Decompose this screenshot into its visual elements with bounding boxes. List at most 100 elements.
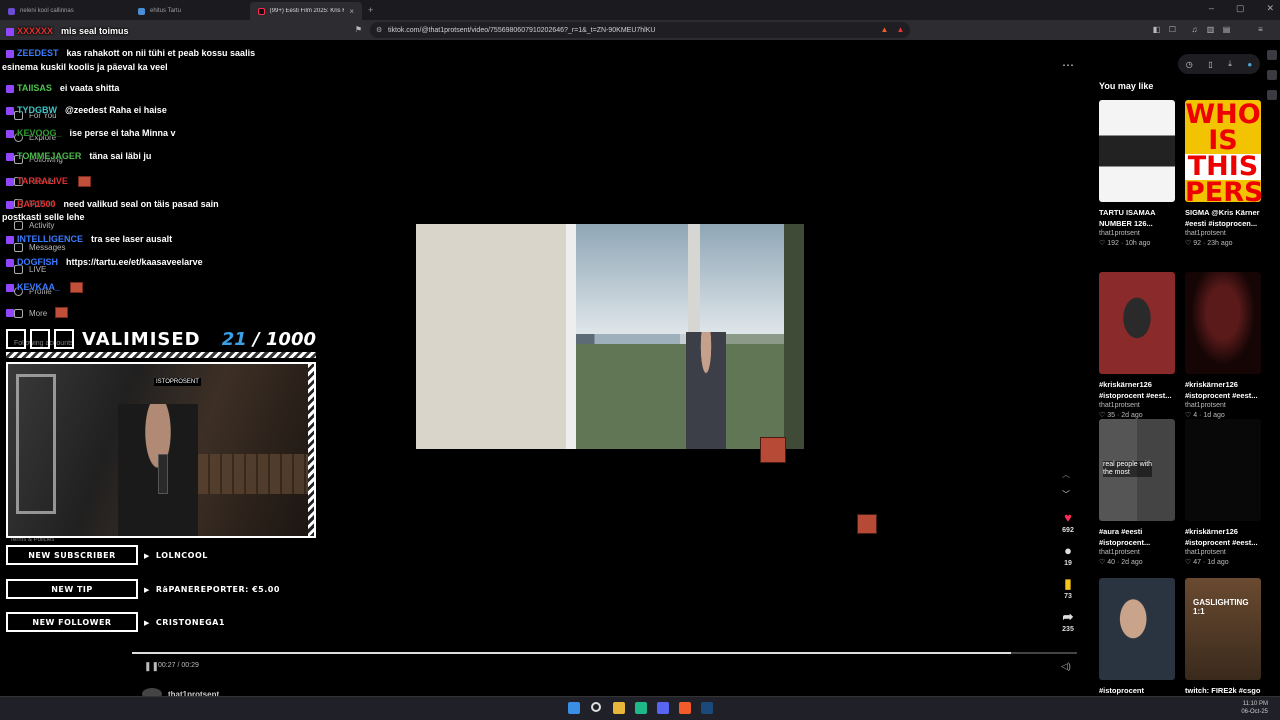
sidebar-panel-icon[interactable] xyxy=(1267,90,1277,100)
close-window-icon[interactable]: ✕ xyxy=(1266,3,1274,14)
recommended-card[interactable]: GASLIGHTING 1:1 twitch: FIRE2k #csgo xyxy=(1185,578,1261,707)
goal-title: VALIMISED xyxy=(82,329,201,350)
chat-message: XXXXXX mis seal toimus xyxy=(6,26,129,36)
thumb-caption: real people with the most xyxy=(1103,461,1153,477)
chat-message: RAF1500 need valikud seal on täis pasad s… xyxy=(6,199,219,209)
recommended-card[interactable]: WHO ISTHISPERSON? SIGMA @Kris Kärner #ee… xyxy=(1185,100,1261,247)
alert-label-tip: NEW TIP xyxy=(6,579,138,599)
thumb-caption: GASLIGHTING 1:1 xyxy=(1193,598,1249,616)
steam-icon[interactable] xyxy=(701,702,713,714)
video-player[interactable] xyxy=(416,224,804,449)
save-button[interactable]: ▮ 73 xyxy=(1058,576,1078,601)
profile-avatar-icon[interactable]: ● xyxy=(1247,60,1252,69)
minimize-icon[interactable]: – xyxy=(1209,3,1214,14)
new-tab-button[interactable]: + xyxy=(368,5,373,15)
video-progress-bar[interactable] xyxy=(132,652,1077,654)
subscriber-badge-icon xyxy=(6,152,14,161)
goal-box-icon xyxy=(30,329,50,349)
goal-widget: VALIMISED 21 / 1000 xyxy=(6,328,316,358)
nav-messages[interactable]: Messages xyxy=(14,243,65,252)
download-icon[interactable]: ⤓ xyxy=(1228,59,1232,69)
nav-activity[interactable]: Activity xyxy=(14,221,54,230)
recommended-card[interactable]: TARTU ISAMAA NUMBER 126... that1protsent… xyxy=(1099,100,1175,247)
subscriber-badge-icon xyxy=(6,129,14,138)
window-controls: – ▢ ✕ xyxy=(1209,3,1274,14)
door-frame xyxy=(16,374,56,514)
messages-icon xyxy=(14,243,23,252)
sidebar-toggle-icon[interactable]: ▥ xyxy=(1206,25,1215,34)
bookmark-icon[interactable]: ⚑ xyxy=(354,25,363,34)
heart-icon: ♥ xyxy=(1064,510,1072,525)
history-icon[interactable]: ◷ xyxy=(1186,60,1193,69)
phone-icon[interactable]: ▯ xyxy=(1208,60,1212,69)
chat-message-continued: esinema kuskil koolis ja päeval ka veel xyxy=(2,62,168,72)
music-icon[interactable]: ♫ xyxy=(1190,25,1199,34)
url-field[interactable]: ⚙ tiktok.com/@that1protsent/video/755698… xyxy=(370,22,910,38)
like-button[interactable]: ♥ 692 xyxy=(1058,510,1078,535)
discord-icon[interactable] xyxy=(657,702,669,714)
emote-icon xyxy=(55,307,68,319)
window-frame xyxy=(566,224,576,449)
comment-button[interactable]: ● 19 xyxy=(1058,544,1078,568)
card-thumbnail xyxy=(1099,578,1175,680)
alert-value-follower: ▶ CRISTONEGA1 xyxy=(144,618,225,627)
neon-sign: ISTOPROSENT xyxy=(154,378,201,386)
app-icon[interactable] xyxy=(635,702,647,714)
subscriber-badge-icon xyxy=(6,177,14,186)
shields-icon[interactable]: ▲ xyxy=(880,25,889,34)
alert-label-follower: NEW FOLLOWER xyxy=(6,612,138,632)
extension-icon[interactable]: ◧ xyxy=(1152,25,1161,34)
webcam-stripe xyxy=(308,364,314,536)
brave-icon[interactable] xyxy=(679,702,691,714)
wallet-icon[interactable]: ▤ xyxy=(1222,25,1231,34)
sidebar-panel-icon[interactable] xyxy=(1267,50,1277,60)
subscriber-badge-icon xyxy=(6,27,14,36)
play-arrow-icon: ▶ xyxy=(144,586,150,594)
menu-icon[interactable]: ≡ xyxy=(1256,25,1265,34)
subscriber-badge-icon xyxy=(6,200,14,209)
wood-panel xyxy=(198,454,308,494)
next-video-icon[interactable]: ﹀ xyxy=(1062,489,1070,500)
site-info-icon[interactable]: ⚙ xyxy=(376,26,382,34)
system-clock[interactable]: 11:10 PM 06-Oct-25 xyxy=(1241,700,1268,716)
recommended-card[interactable]: #kriskärner126 #istoprocent #eest... tha… xyxy=(1099,272,1175,419)
goal-count: 21 / 1000 xyxy=(221,329,316,350)
search-icon[interactable] xyxy=(591,702,601,712)
subscriber-badge-icon xyxy=(6,283,14,292)
chat-message: TAIISAS ei vaata shitta xyxy=(6,83,119,93)
volume-icon[interactable]: ◁) xyxy=(1061,661,1071,672)
recommended-card[interactable]: #kriskärner126 #istoprocent #eest... tha… xyxy=(1185,419,1261,566)
windows-start-icon[interactable] xyxy=(568,702,580,714)
pause-icon[interactable]: ❚❚ xyxy=(144,661,159,672)
browser-tab[interactable]: ehitus Tartu xyxy=(130,2,250,20)
bookmark-icon: ▮ xyxy=(1064,576,1072,591)
chat-message: ZEEDEST kas rahakott on nii tühi et peab … xyxy=(6,48,255,58)
tab-favicon-icon xyxy=(8,7,15,15)
subscriber-badge-icon xyxy=(6,235,14,244)
file-explorer-icon[interactable] xyxy=(613,702,625,714)
share-button[interactable]: ➦ 235 xyxy=(1058,609,1078,634)
goal-stripe xyxy=(6,352,316,358)
share-icon: ➦ xyxy=(1062,609,1074,624)
browser-tab-active[interactable]: (99+) Eesti Film 2025: Kris Kärm...× xyxy=(250,2,362,20)
card-thumbnail: real people with the most xyxy=(1099,419,1175,521)
recommended-card[interactable]: #istoprocent xyxy=(1099,578,1175,707)
rewards-icon[interactable]: ▲ xyxy=(896,25,905,34)
sidebar-panel-icon[interactable] xyxy=(1267,70,1277,80)
more-options-icon[interactable]: ⋯ xyxy=(1062,58,1074,72)
close-tab-icon[interactable]: × xyxy=(349,7,354,16)
extension-icon[interactable]: ☐ xyxy=(1168,25,1177,34)
goal-box-icon xyxy=(6,329,26,349)
recommended-card[interactable]: #kriskärner126 #istoprocent #eest... tha… xyxy=(1185,272,1261,419)
subscriber-badge-icon xyxy=(6,308,14,317)
goal-box-icon xyxy=(54,329,74,349)
chat-message: INTELLIGENCE tra see laser ausalt xyxy=(6,234,172,244)
recommended-card[interactable]: real people with the most #aura #eesti #i… xyxy=(1099,419,1175,566)
chat-message: TYDGBW @zeedest Raha ei haise xyxy=(6,105,167,115)
alert-value-tip: ▶ RäPANEREPORTER: €5.00 xyxy=(144,585,280,594)
previous-video-icon[interactable]: ︿ xyxy=(1062,469,1070,480)
maximize-icon[interactable]: ▢ xyxy=(1236,3,1245,14)
browser-tab[interactable]: neleni kool callinnas xyxy=(0,2,130,20)
chat-message: DOGFISH https://tartu.ee/et/kaasaveelarve xyxy=(6,257,203,267)
video-time: 00:27 / 00:29 xyxy=(158,662,199,669)
